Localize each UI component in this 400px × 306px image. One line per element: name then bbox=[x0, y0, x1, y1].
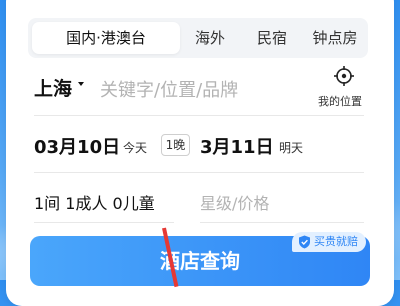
tab-hourly-room[interactable]: 钟点房 bbox=[302, 18, 368, 58]
city-selector[interactable]: 上海 bbox=[34, 74, 72, 101]
caret-down-icon[interactable] bbox=[78, 82, 84, 86]
checkout-date[interactable]: 3月11日 bbox=[200, 133, 274, 159]
keyword-search-input[interactable]: 关键字/位置/品牌 bbox=[100, 76, 238, 102]
checkin-day-label: 今天 bbox=[123, 141, 148, 155]
tab-domestic[interactable]: 国内·港澳台 bbox=[32, 22, 180, 54]
price-guarantee-badge[interactable]: 买贵就赔 bbox=[292, 232, 366, 252]
divider bbox=[34, 115, 364, 116]
nights-count: 1晚 bbox=[161, 134, 190, 156]
checkin-date[interactable]: 03月10日 bbox=[34, 133, 120, 159]
my-location-button[interactable]: 我的位置 bbox=[318, 93, 362, 109]
badge-label: 买贵就赔 bbox=[314, 235, 358, 248]
tab-overseas[interactable]: 海外 bbox=[178, 18, 242, 58]
star-price-filter[interactable]: 星级/价格 bbox=[200, 190, 269, 214]
divider bbox=[34, 222, 174, 223]
rooms-guests-selector[interactable]: 1间 1成人 0儿童 bbox=[34, 190, 155, 214]
shield-check-icon bbox=[299, 235, 310, 249]
divider bbox=[200, 222, 364, 223]
crosshair-target-icon[interactable] bbox=[333, 65, 355, 87]
tab-homestay[interactable]: 民宿 bbox=[240, 18, 304, 58]
category-tabs: 国内·港澳台 海外 民宿 钟点房 bbox=[28, 18, 368, 58]
divider bbox=[34, 172, 364, 173]
checkout-day-label: 明天 bbox=[279, 141, 304, 155]
